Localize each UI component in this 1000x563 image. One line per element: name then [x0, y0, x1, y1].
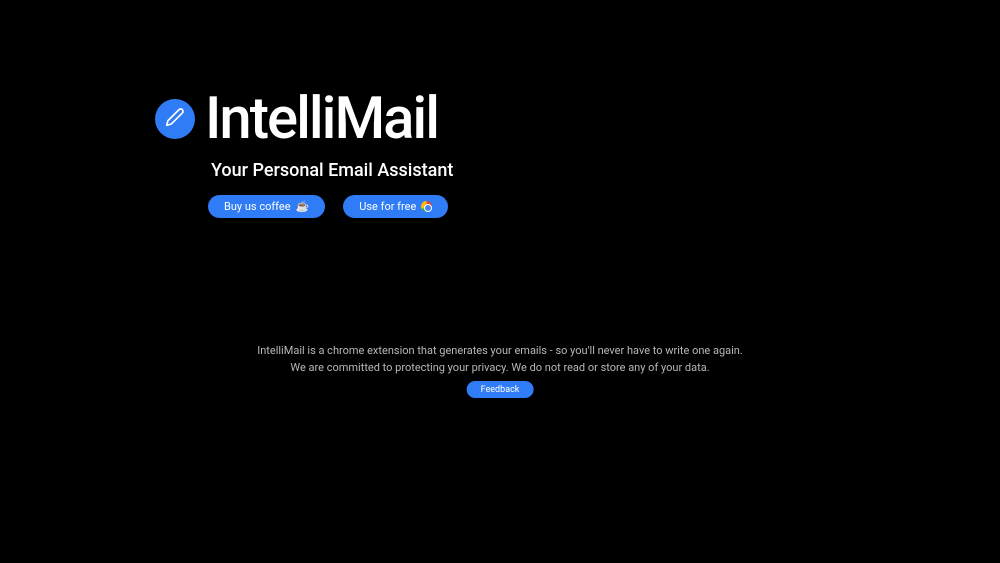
- chrome-icon: [421, 201, 432, 212]
- feedback-button[interactable]: Feedback: [467, 381, 534, 398]
- use-free-label: Use for free: [359, 200, 416, 213]
- cta-row: Buy us coffee ☕ Use for free: [208, 195, 453, 218]
- coffee-icon: ☕: [296, 201, 310, 212]
- tagline: Your Personal Email Assistant: [211, 160, 453, 181]
- brand-title: IntelliMail: [205, 90, 438, 148]
- logo-row: IntelliMail: [155, 90, 453, 148]
- footer-line-2: We are committed to protecting your priv…: [0, 360, 1000, 377]
- hero: IntelliMail Your Personal Email Assistan…: [155, 90, 453, 218]
- pencil-icon: [165, 107, 185, 131]
- footer-line-1: IntelliMail is a chrome extension that g…: [257, 344, 743, 357]
- logo-badge: [155, 99, 195, 139]
- buy-coffee-button[interactable]: Buy us coffee ☕: [208, 195, 325, 218]
- use-free-button[interactable]: Use for free: [343, 195, 448, 218]
- buy-coffee-label: Buy us coffee: [224, 200, 291, 213]
- footer-description: IntelliMail is a chrome extension that g…: [0, 343, 1000, 376]
